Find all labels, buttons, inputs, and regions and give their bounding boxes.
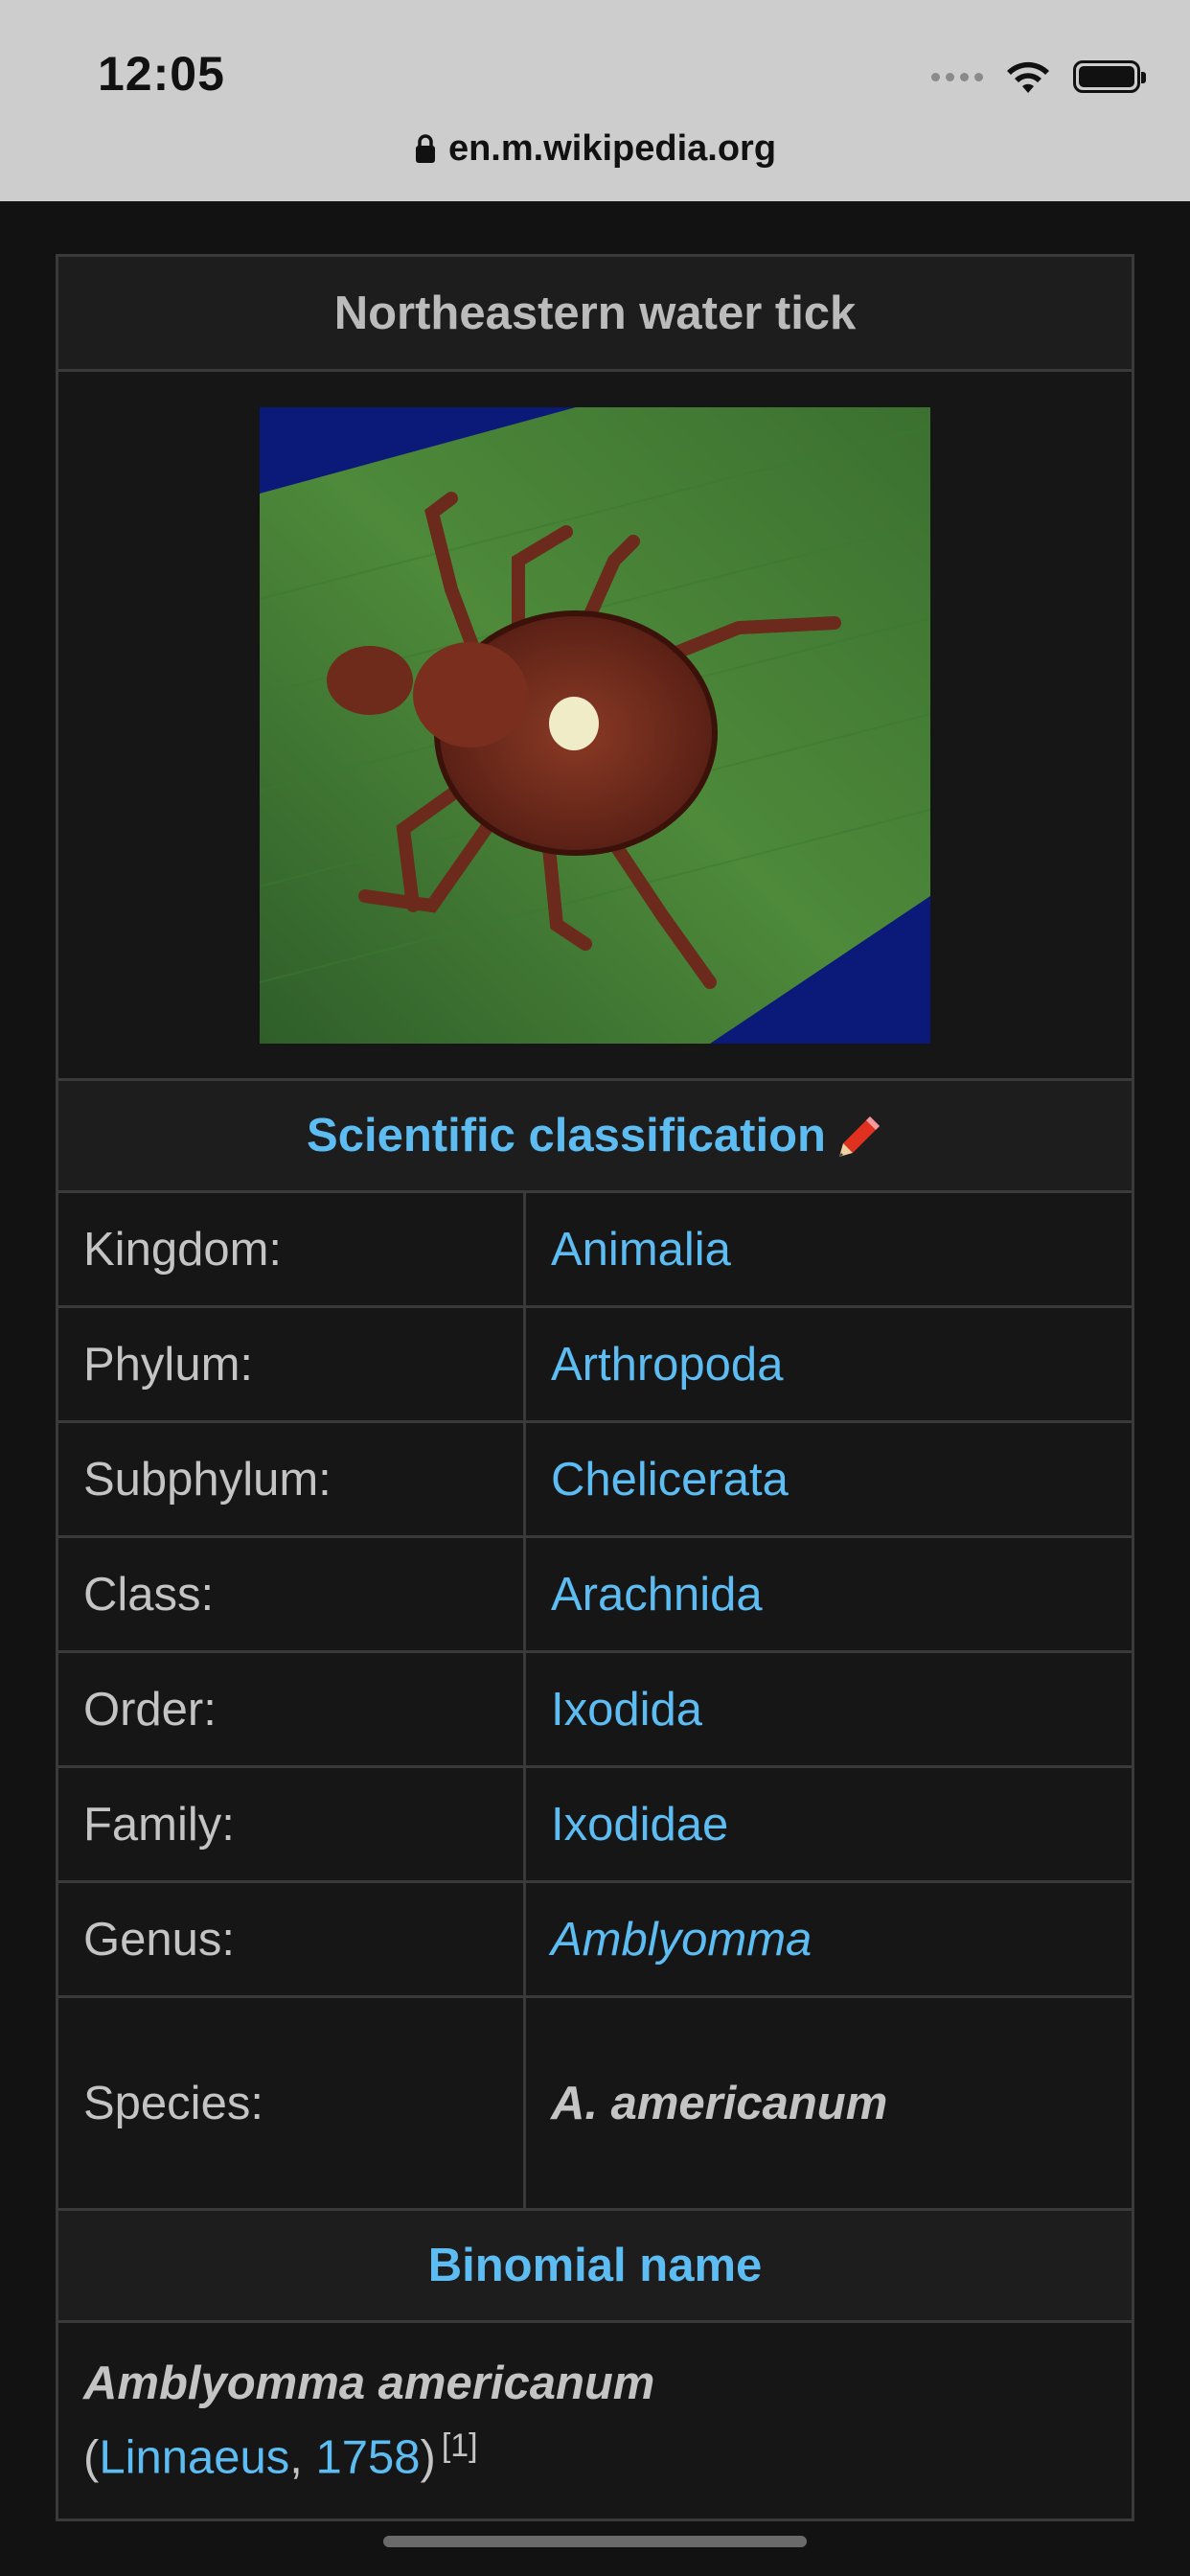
image-cell [58, 369, 1132, 1078]
rank-label: Phylum: [58, 1308, 526, 1420]
authority-close: ) [420, 2431, 436, 2484]
species-name: A. americanum [551, 2077, 888, 2129]
taxobox: Northeastern water tick Scientific class… [56, 254, 1134, 2521]
authority-open: ( [83, 2431, 100, 2484]
status-time: 12:05 [98, 47, 225, 101]
authority-author-link[interactable]: Linnaeus [99, 2432, 289, 2484]
edit-pencil-icon[interactable] [837, 1113, 883, 1159]
rank-link-order[interactable]: Ixodida [551, 1683, 702, 1736]
rank-label: Species: [58, 1998, 526, 2208]
lock-icon [415, 134, 435, 163]
status-icons [931, 54, 1146, 100]
rank-label: Genus: [58, 1883, 526, 1995]
rank-link-kingdom[interactable]: Animalia [551, 1223, 731, 1276]
battery-icon [1073, 60, 1146, 93]
authority-separator: , [289, 2431, 316, 2484]
rank-row-family: Family: Ixodidae [58, 1765, 1132, 1880]
rank-label: Subphylum: [58, 1423, 526, 1535]
rank-link-phylum[interactable]: Arthropoda [551, 1338, 783, 1392]
binomial-cell: Amblyomma americanum (Linnaeus, 1758) [1] [58, 2320, 1132, 2518]
taxobox-title: Northeastern water tick [58, 257, 1132, 369]
tick-photo[interactable] [260, 406, 930, 1044]
rank-link-family[interactable]: Ixodidae [551, 1798, 728, 1852]
rank-link-genus[interactable]: Amblyomma [551, 1913, 812, 1966]
rank-label: Family: [58, 1768, 526, 1880]
browser-top-bar: 12:05 en.m.wikipedia.org [0, 0, 1190, 201]
address-bar[interactable]: en.m.wikipedia.org [0, 128, 1190, 170]
rank-row-order: Order: Ixodida [58, 1650, 1132, 1765]
binomial-header: Binomial name [58, 2208, 1132, 2320]
rank-row-phylum: Phylum: Arthropoda [58, 1305, 1132, 1420]
binomial-authority: (Linnaeus, 1758) [1] [83, 2427, 478, 2484]
rank-row-subphylum: Subphylum: Chelicerata [58, 1420, 1132, 1535]
rank-row-kingdom: Kingdom: Animalia [58, 1190, 1132, 1305]
rank-link-subphylum[interactable]: Chelicerata [551, 1453, 789, 1506]
wifi-icon [1007, 61, 1049, 93]
rank-row-species: Species: A. americanum [58, 1995, 1132, 2208]
authority-year-link[interactable]: 1758 [315, 2432, 420, 2484]
rank-row-genus: Genus: Amblyomma [58, 1880, 1132, 1995]
rank-row-class: Class: Arachnida [58, 1535, 1132, 1650]
home-indicator[interactable] [383, 2536, 807, 2547]
rank-label: Class: [58, 1538, 526, 1650]
binomial-name: Amblyomma americanum [83, 2358, 655, 2410]
rank-label: Order: [58, 1653, 526, 1765]
rank-label: Kingdom: [58, 1193, 526, 1305]
signal-icon [931, 72, 983, 81]
reference-link[interactable]: [1] [442, 2427, 478, 2464]
classification-header[interactable]: Scientific classification [58, 1078, 1132, 1190]
classification-header-label: Scientific classification [307, 1110, 826, 1162]
url-text: en.m.wikipedia.org [447, 128, 777, 169]
rank-link-class[interactable]: Arachnida [551, 1568, 763, 1622]
